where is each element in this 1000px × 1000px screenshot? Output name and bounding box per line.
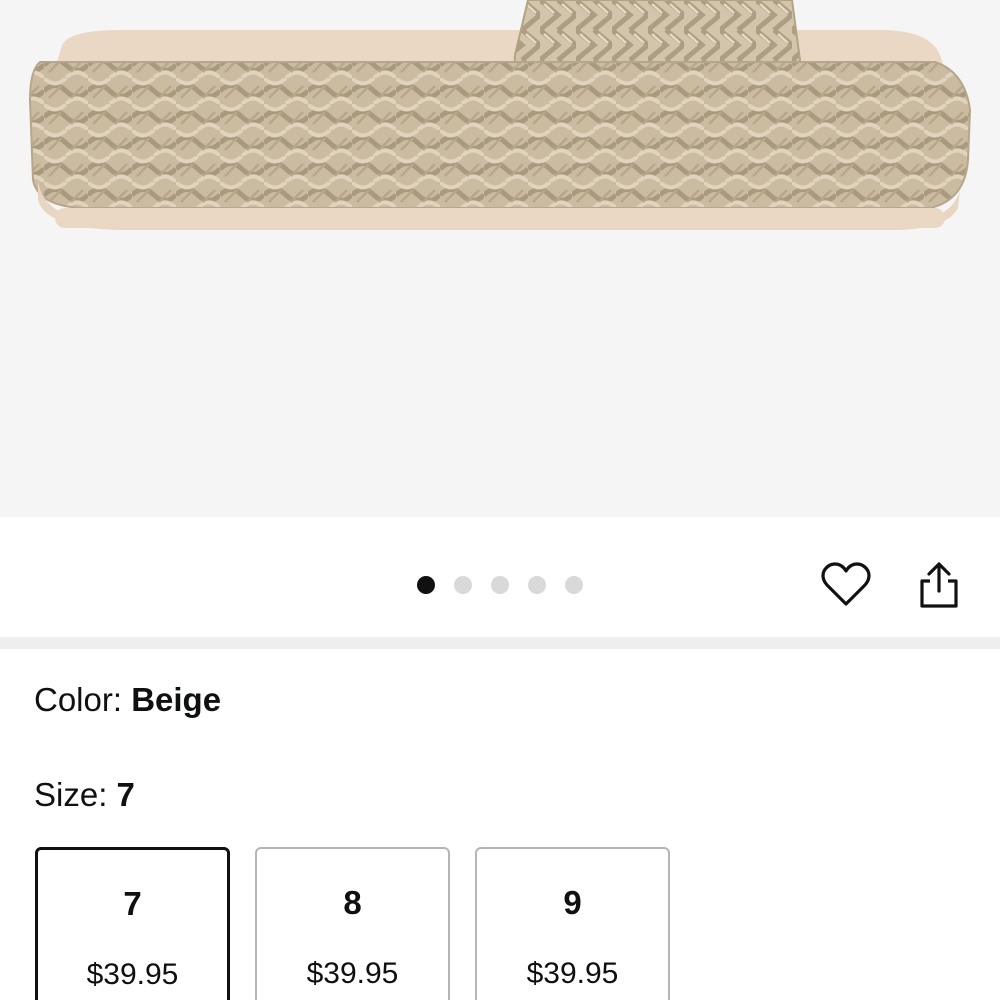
size-option-price: $39.95 (86, 958, 179, 991)
size-selection: Size: 7 (34, 776, 135, 814)
carousel-dot[interactable] (454, 576, 472, 594)
favorite-button[interactable] (816, 555, 876, 615)
size-option-number: 9 (563, 884, 582, 921)
size-label: Size: (34, 776, 117, 813)
carousel-dot[interactable] (491, 576, 509, 594)
carousel-dot[interactable] (528, 576, 546, 594)
size-option-8[interactable]: 8 $39.95 (255, 847, 450, 1000)
share-button[interactable] (909, 555, 969, 615)
size-value: 7 (116, 776, 135, 813)
product-page: Color: Beige Size: 7 7 $39.95 8 $39.95 9… (0, 0, 1000, 1000)
image-controls (0, 517, 1000, 637)
product-image-carousel[interactable] (0, 0, 1000, 517)
share-icon (920, 562, 958, 608)
carousel-dot-active[interactable] (417, 576, 435, 594)
size-options: 7 $39.95 8 $39.95 9 $39.95 (35, 847, 670, 1000)
size-option-price: $39.95 (306, 957, 399, 990)
section-divider (0, 637, 1000, 649)
color-value: Beige (131, 681, 222, 718)
variation-section: Color: Beige Size: 7 7 $39.95 8 $39.95 9… (0, 649, 1000, 1000)
size-option-number: 7 (123, 885, 142, 922)
heart-icon (821, 562, 871, 606)
size-option-price: $39.95 (526, 957, 619, 990)
color-selection: Color: Beige (34, 681, 221, 719)
size-option-9[interactable]: 9 $39.95 (475, 847, 670, 1000)
carousel-dot[interactable] (565, 576, 583, 594)
sandal-image (28, 0, 972, 230)
size-option-number: 8 (343, 884, 362, 921)
size-option-7[interactable]: 7 $39.95 (35, 847, 230, 1000)
color-label: Color: (34, 681, 132, 718)
